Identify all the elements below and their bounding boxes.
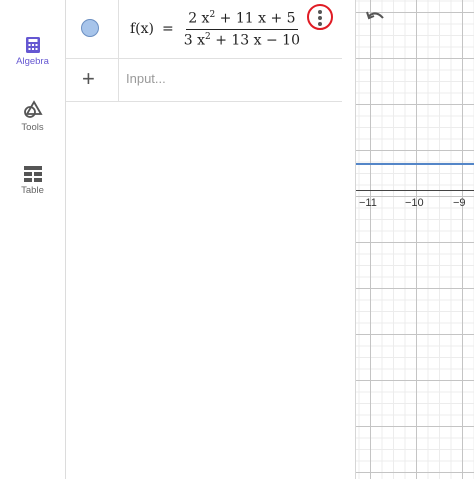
x-tick-label: −11 bbox=[359, 197, 377, 209]
shapes-icon bbox=[23, 100, 43, 118]
sidebar: Algebra Tools Table bbox=[0, 0, 66, 479]
denominator-term: 3 x bbox=[183, 32, 206, 49]
denominator: 3 x2 + 13 x − 10 bbox=[182, 30, 302, 49]
kebab-menu-icon bbox=[318, 22, 322, 26]
equals-sign: = bbox=[162, 21, 174, 38]
function-name: f(x) bbox=[130, 21, 155, 38]
undo-icon[interactable] bbox=[365, 10, 385, 24]
function-curve[interactable] bbox=[356, 163, 474, 165]
function-definition[interactable]: f(x) = 2 x2 + 11 x + 5 3 x2 + 13 x − 10 bbox=[130, 10, 302, 48]
x-tick-label: −10 bbox=[405, 197, 424, 209]
sidebar-item-label: Table bbox=[21, 185, 44, 196]
algebra-panel: f(x) = 2 x2 + 11 x + 5 3 x2 + 13 x − 10 … bbox=[66, 0, 413, 479]
denominator-rest: + 13 x − 10 bbox=[210, 32, 300, 49]
sidebar-item-tools[interactable]: Tools bbox=[0, 100, 65, 133]
kebab-menu-icon bbox=[318, 10, 322, 14]
algebra-input[interactable] bbox=[126, 71, 326, 86]
sidebar-item-label: Algebra bbox=[16, 56, 49, 67]
sidebar-item-table[interactable]: Table bbox=[0, 165, 65, 196]
numerator: 2 x2 + 11 x + 5 bbox=[186, 10, 298, 30]
table-icon bbox=[23, 166, 42, 182]
marker-cell bbox=[66, 0, 119, 58]
sidebar-item-label: Tools bbox=[21, 122, 44, 133]
marker-cell: + bbox=[66, 59, 119, 101]
numerator-rest: + 11 x + 5 bbox=[215, 10, 296, 27]
sidebar-item-algebra[interactable]: Algebra bbox=[0, 36, 65, 67]
numerator-term: 2 x bbox=[188, 10, 210, 27]
x-tick-label: −9 bbox=[453, 197, 466, 209]
algebra-entry-row[interactable]: f(x) = 2 x2 + 11 x + 5 3 x2 + 13 x − 10 bbox=[66, 0, 342, 59]
calculator-icon bbox=[25, 37, 40, 53]
algebra-input-row: + bbox=[66, 59, 342, 102]
kebab-menu-icon bbox=[318, 16, 322, 20]
more-options-button[interactable] bbox=[307, 4, 333, 30]
graphics-view[interactable]: −11 −10 −9 bbox=[356, 0, 474, 479]
x-axis bbox=[356, 190, 474, 191]
visibility-toggle[interactable] bbox=[81, 19, 99, 37]
add-icon[interactable]: + bbox=[82, 66, 95, 92]
fraction: 2 x2 + 11 x + 5 3 x2 + 13 x − 10 bbox=[182, 10, 302, 48]
